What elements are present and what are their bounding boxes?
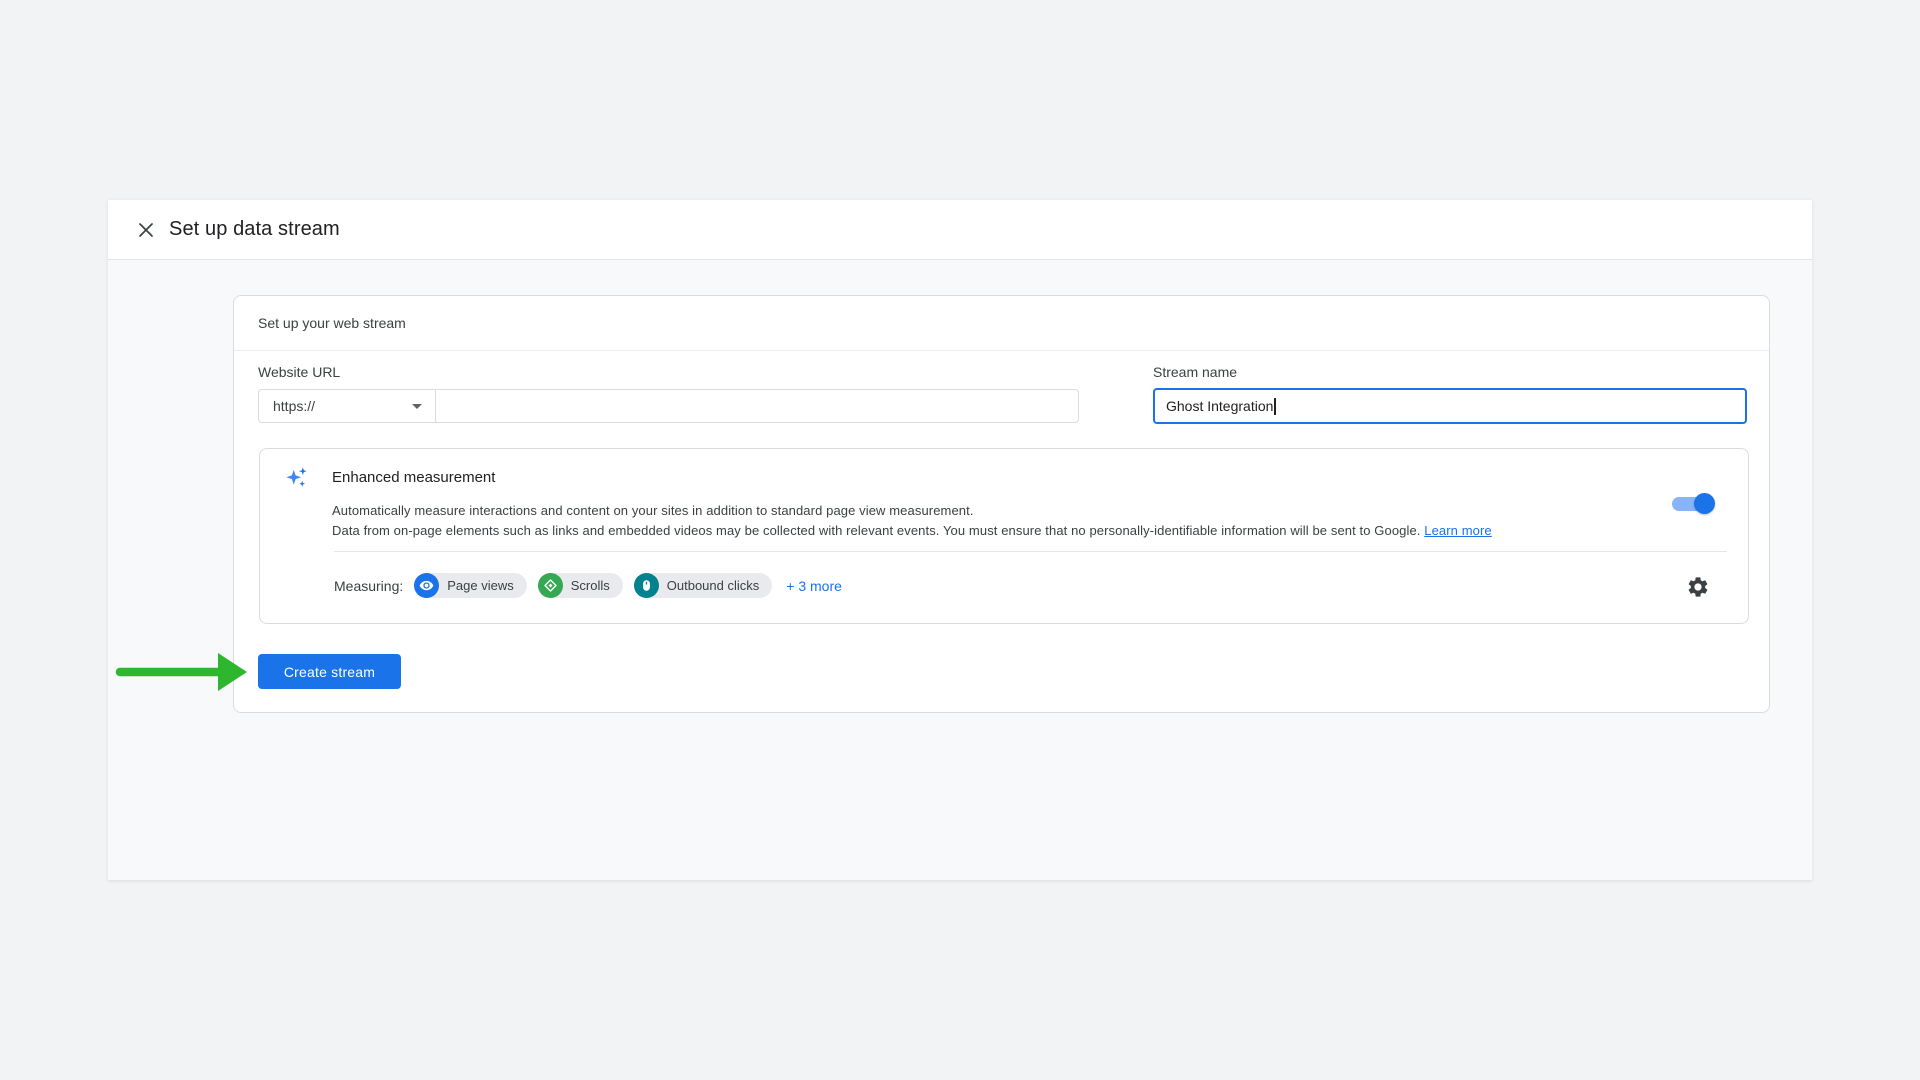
enhanced-measurement-description-1: Automatically measure interactions and c… [332, 503, 974, 518]
protocol-select[interactable]: https:// [259, 390, 436, 422]
scroll-diamond-icon [538, 573, 563, 598]
sparkle-icon [284, 465, 310, 496]
protocol-value: https:// [273, 398, 315, 414]
stream-name-value: Ghost Integration [1166, 398, 1273, 414]
enhanced-measurement-section: Enhanced measurement Automatically measu… [259, 448, 1749, 624]
website-url-field: https:// [258, 389, 1079, 423]
chevron-down-icon [412, 404, 422, 409]
enhanced-measurement-toggle[interactable] [1672, 497, 1712, 511]
learn-more-link[interactable]: Learn more [1424, 523, 1491, 538]
measurement-settings-button[interactable] [1686, 575, 1710, 599]
web-stream-card: Set up your web stream Website URL Strea… [233, 295, 1770, 713]
stream-name-input[interactable]: Ghost Integration [1153, 388, 1747, 424]
enhanced-measurement-description-2: Data from on-page elements such as links… [332, 523, 1492, 538]
card-title: Set up your web stream [234, 296, 1769, 351]
more-measurements-link[interactable]: + 3 more [786, 578, 842, 594]
chip-outbound-clicks: Outbound clicks [634, 573, 773, 598]
chip-page-views: Page views [414, 573, 526, 598]
website-url-input[interactable] [436, 390, 1078, 422]
chip-label: Outbound clicks [667, 578, 760, 593]
set-up-data-stream-dialog: Set up data stream Set up your web strea… [108, 200, 1812, 880]
enhanced-measurement-title: Enhanced measurement [332, 469, 495, 486]
stream-name-label: Stream name [1153, 364, 1237, 380]
measuring-label: Measuring: [334, 578, 403, 594]
page: { "dialog": { "title": "Set up data stre… [0, 0, 1920, 1080]
close-icon [137, 221, 155, 239]
annotation-arrow-icon [114, 650, 248, 699]
dialog-header: Set up data stream [108, 200, 1812, 260]
eye-icon [414, 573, 439, 598]
chip-label: Page views [447, 578, 513, 593]
measuring-row: Measuring: Page views [334, 572, 842, 599]
dialog-title: Set up data stream [169, 218, 340, 241]
create-stream-button[interactable]: Create stream [258, 654, 401, 689]
gear-icon [1686, 575, 1710, 599]
toggle-thumb [1694, 493, 1715, 514]
chip-scrolls: Scrolls [538, 573, 623, 598]
close-button[interactable] [135, 219, 157, 241]
mouse-icon [634, 573, 659, 598]
divider [334, 551, 1727, 552]
website-url-label: Website URL [258, 364, 340, 380]
chip-label: Scrolls [571, 578, 610, 593]
text-cursor [1274, 398, 1276, 415]
